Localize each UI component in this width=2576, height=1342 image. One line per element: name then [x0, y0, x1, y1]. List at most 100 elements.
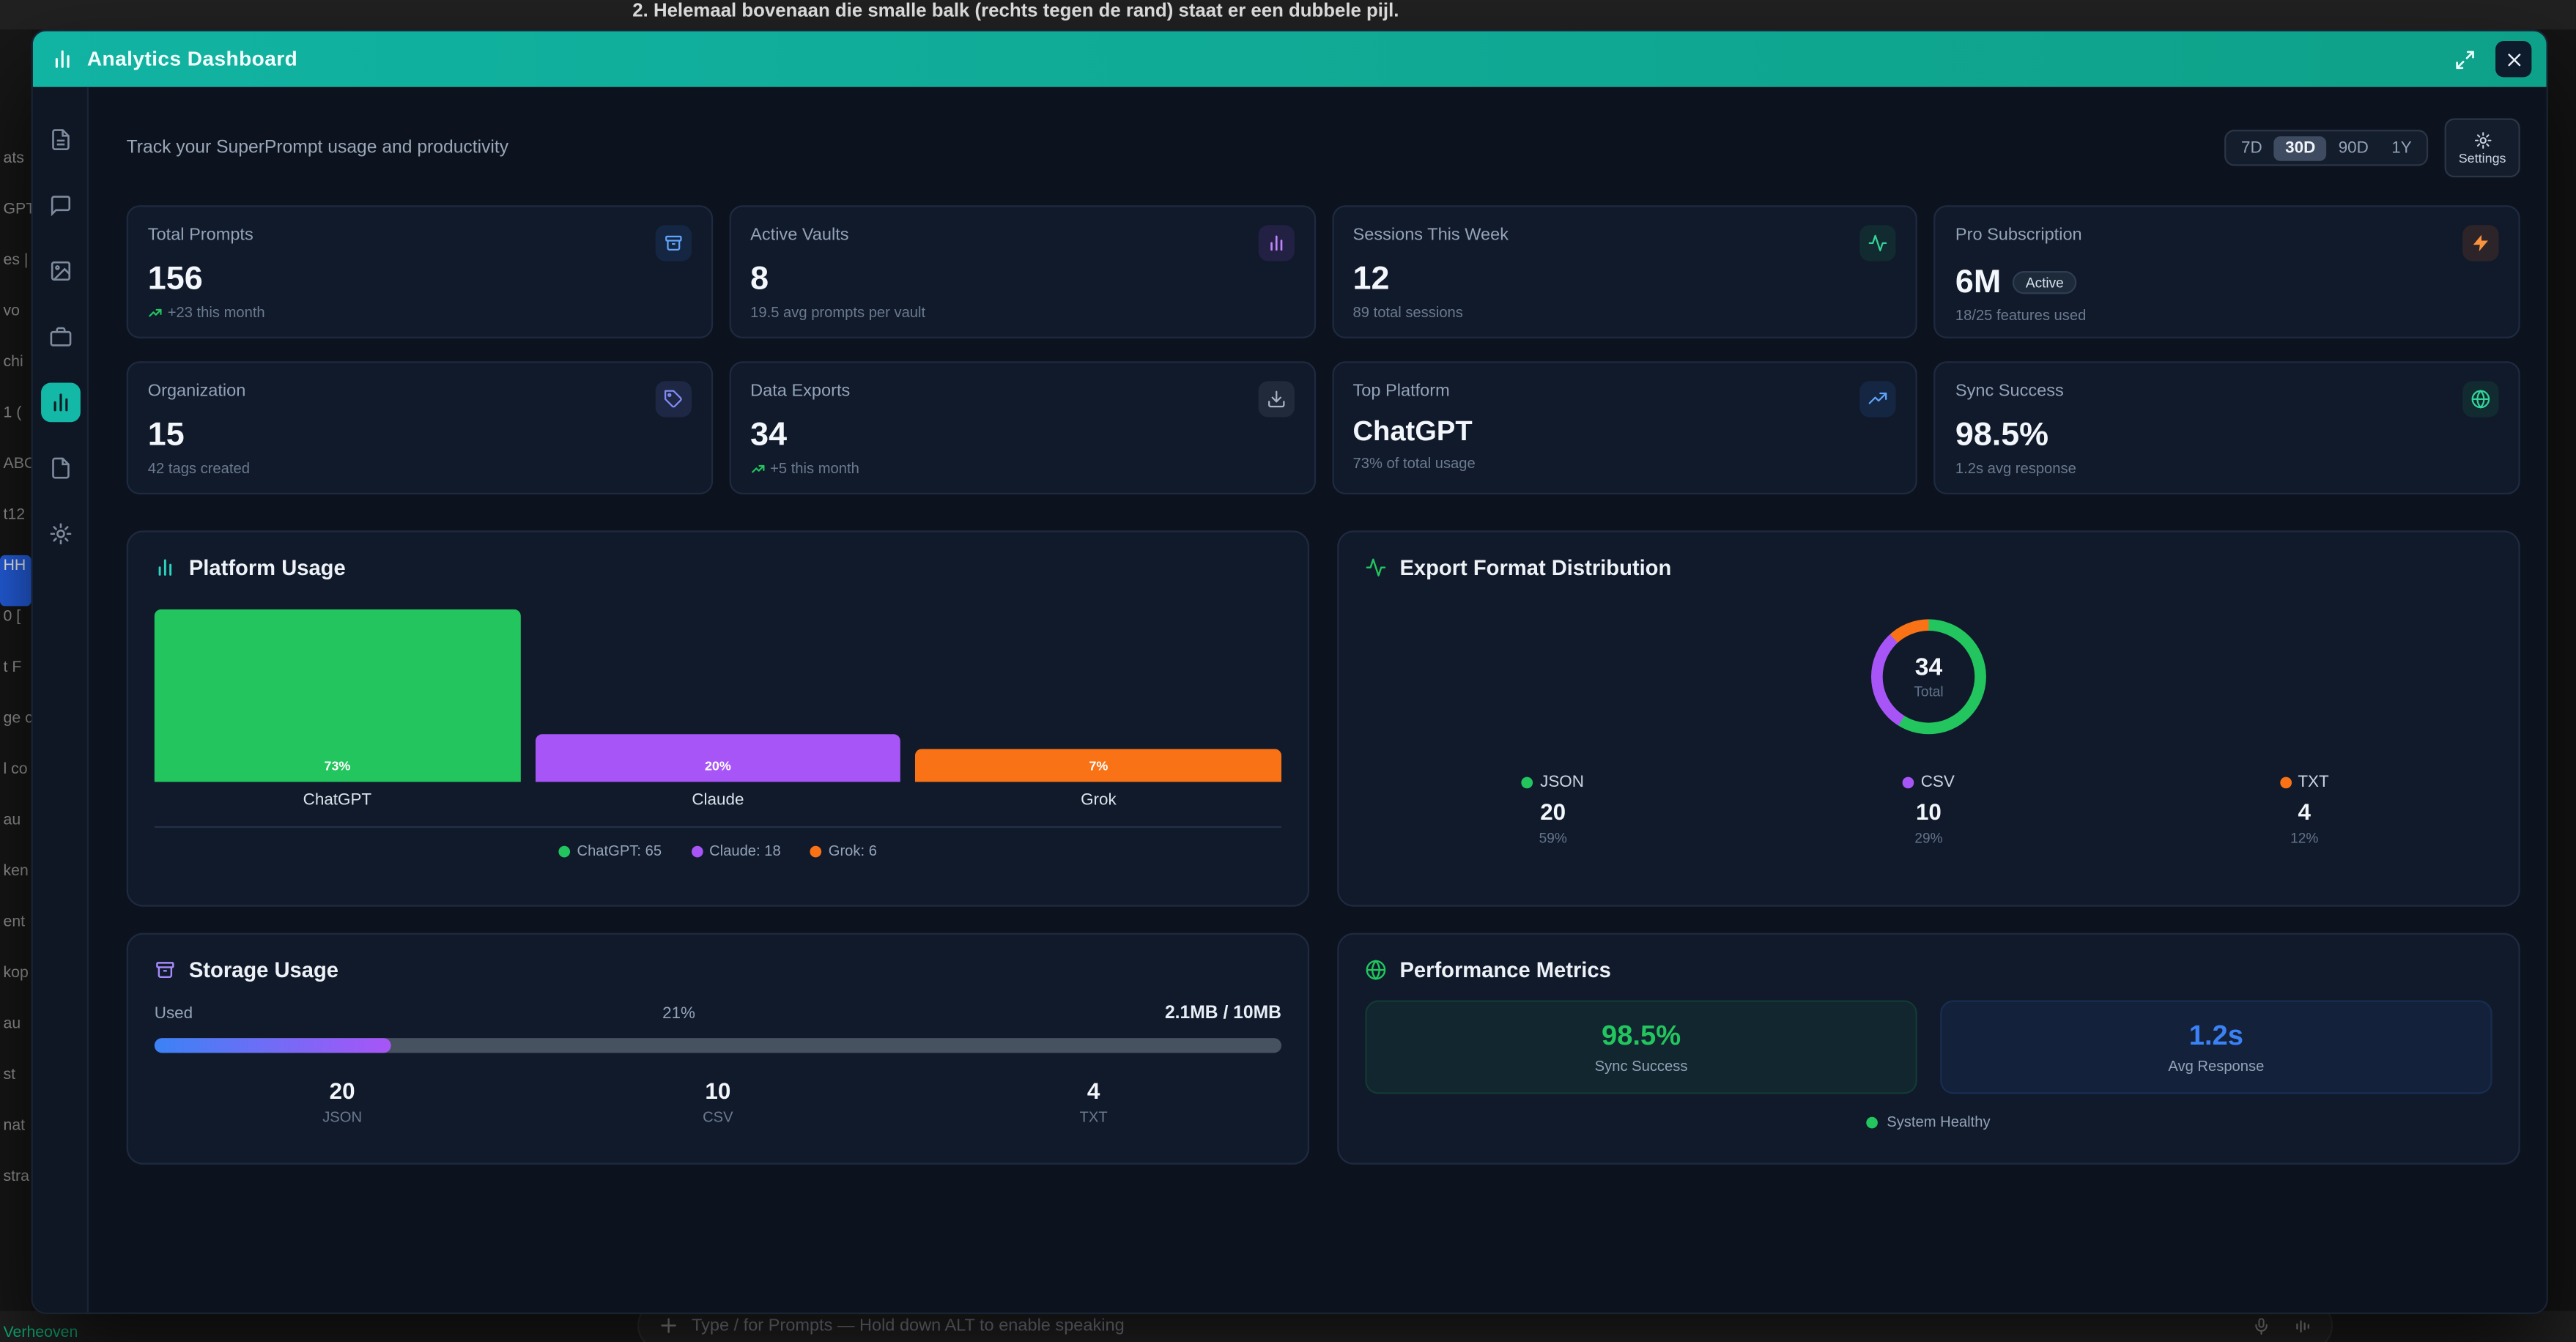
platform-usage-panel: Platform Usage 73% 20% 7% ChatGPT	[127, 530, 1309, 906]
sidebar-item-settings[interactable]	[40, 514, 80, 554]
donut-center: 34 Total	[1883, 631, 1975, 723]
tag-icon	[655, 381, 691, 417]
range-1y[interactable]: 1Y	[2380, 136, 2424, 160]
system-status: System Healthy	[1365, 1113, 2492, 1130]
metric-sync-success: 98.5% Sync Success	[1365, 1001, 1917, 1094]
stat-card-top-platform: Top Platform ChatGPT 73% of total usage	[1331, 361, 1917, 494]
platform-bar-chart: 73% 20% 7%	[155, 596, 1281, 782]
sidebar-item-files[interactable]	[40, 448, 80, 488]
activity-icon	[1365, 557, 1386, 578]
sidebar	[33, 87, 89, 1313]
bar-category-label: Grok	[916, 792, 1281, 810]
dist-percent: 29%	[1741, 829, 2117, 845]
stat-sub: 89 total sessions	[1353, 304, 1897, 320]
stat-sub: 1.2s avg response	[1955, 460, 2499, 476]
panel-title: Platform Usage	[189, 555, 346, 580]
plus-icon[interactable]	[659, 1316, 678, 1335]
bar-claude: 20%	[535, 734, 900, 782]
background-chat-message: 2. Helemaal bovenaan die smalle balk (re…	[632, 1, 1399, 21]
trending-up-icon	[1860, 381, 1896, 417]
stat-label: Data Exports	[750, 381, 850, 401]
background-author-text: Verheoven	[3, 1324, 78, 1342]
sidebar-item-chat[interactable]	[40, 185, 80, 225]
range-7d[interactable]: 7D	[2229, 136, 2273, 160]
stat-label: Organization	[148, 381, 246, 401]
bar-chart-icon	[155, 557, 176, 578]
range-90d[interactable]: 90D	[2327, 136, 2380, 160]
stat-label: Sync Success	[1955, 381, 2064, 401]
stat-value: ChatGPT	[1353, 418, 1897, 448]
export-distribution-panel: Export Format Distribution 34 Total	[1337, 530, 2520, 906]
dist-value: 20	[1365, 798, 1741, 825]
archive-icon	[655, 225, 691, 261]
dashboard-content: Track your SuperPrompt usage and product…	[89, 87, 2546, 1313]
dist-value: 10	[1741, 798, 2117, 825]
voice-waveform-icon[interactable]	[2293, 1316, 2312, 1335]
stat-card-data-exports: Data Exports 34 +5 this month	[729, 361, 1315, 494]
zap-icon	[2462, 225, 2498, 261]
stat-label: Pro Subscription	[1955, 225, 2082, 245]
background-chat-top: 2. Helemaal bovenaan die smalle balk (re…	[0, 0, 2576, 29]
composer-placeholder[interactable]: Type / for Prompts — Hold down ALT to en…	[692, 1316, 1125, 1335]
archive-icon	[155, 960, 176, 981]
range-30d[interactable]: 30D	[2273, 136, 2327, 160]
bar-grok: 7%	[916, 749, 1281, 782]
bar-value-label: 7%	[916, 759, 1281, 774]
bar-value-label: 20%	[535, 759, 900, 774]
stat-sub: +23 this month	[148, 304, 692, 320]
stat-card-total-prompts: Total Prompts 156 +23 this month	[127, 205, 713, 338]
storage-progress-fill	[155, 1038, 391, 1053]
stats-grid: Total Prompts 156 +23 this month	[127, 205, 2520, 494]
globe-icon	[1365, 960, 1386, 981]
modal-title: Analytics Dashboard	[87, 48, 297, 70]
stat-value: 12	[1353, 262, 1897, 297]
legend-dot	[691, 845, 703, 857]
performance-metrics-panel: Performance Metrics 98.5% Sync Success 1…	[1337, 933, 2520, 1165]
stat-card-organization: Organization 15 42 tags created	[127, 361, 713, 494]
sidebar-item-analytics[interactable]	[40, 382, 80, 422]
dist-col-txt: TXT 4 12%	[2117, 774, 2492, 846]
panel-title: Export Format Distribution	[1399, 555, 1671, 580]
donut-total-value: 34	[1915, 655, 1942, 680]
legend-dot	[810, 845, 822, 857]
download-icon	[1257, 381, 1293, 417]
bar-category-label: ChatGPT	[155, 792, 520, 810]
dist-value: 4	[2117, 798, 2492, 825]
stat-label: Sessions This Week	[1353, 225, 1509, 245]
dist-col-json: JSON 20 59%	[1365, 774, 1741, 846]
microphone-icon[interactable]	[2252, 1316, 2270, 1335]
storage-amount: 2.1MB / 10MB	[1165, 1004, 1281, 1023]
gear-icon	[2473, 130, 2492, 149]
background-left-fragments: atsGPTes |vochi1 (ABCt12HH0 [t Fge cl co…	[0, 29, 32, 1311]
bar-category-label: Claude	[535, 792, 900, 810]
donut-total-label: Total	[1914, 683, 1943, 699]
settings-button[interactable]: Settings	[2445, 118, 2520, 177]
expand-icon[interactable]	[2448, 42, 2481, 75]
sidebar-item-prompts[interactable]	[40, 120, 80, 160]
legend-dot	[559, 845, 571, 857]
storage-usage-panel: Storage Usage Used 21% 2.1MB / 10MB	[127, 933, 1309, 1165]
dist-percent: 59%	[1365, 829, 1741, 845]
trend-up-icon	[750, 461, 765, 475]
storage-col-json: 20 JSON	[155, 1078, 530, 1125]
panel-title: Storage Usage	[189, 957, 338, 982]
bar-chatgpt: 73%	[155, 609, 520, 782]
bar-chart-icon	[51, 48, 74, 70]
stat-value: 34	[750, 418, 1294, 453]
legend-dot	[2280, 777, 2292, 789]
legend-item: Grok: 6	[810, 842, 877, 859]
legend-dot	[1903, 777, 1914, 789]
sidebar-item-toolbox[interactable]	[40, 317, 80, 357]
stat-sub: 18/25 features used	[1955, 307, 2499, 323]
storage-col-txt: 4 TXT	[906, 1078, 1281, 1125]
modal-titlebar: Analytics Dashboard	[33, 31, 2547, 87]
stat-sub: 19.5 avg prompts per vault	[750, 304, 1294, 320]
metric-avg-response: 1.2s Avg Response	[1940, 1001, 2492, 1094]
close-button[interactable]	[2495, 41, 2531, 77]
status-text: System Healthy	[1887, 1113, 1990, 1130]
panel-title: Performance Metrics	[1399, 957, 1610, 982]
export-distribution-stats: JSON 20 59% CSV 10 29% TXT 4	[1365, 774, 2492, 846]
sidebar-item-images[interactable]	[40, 251, 80, 291]
globe-icon	[2462, 381, 2498, 417]
platform-legend: ChatGPT: 65 Claude: 18 Grok: 6	[155, 826, 1281, 859]
